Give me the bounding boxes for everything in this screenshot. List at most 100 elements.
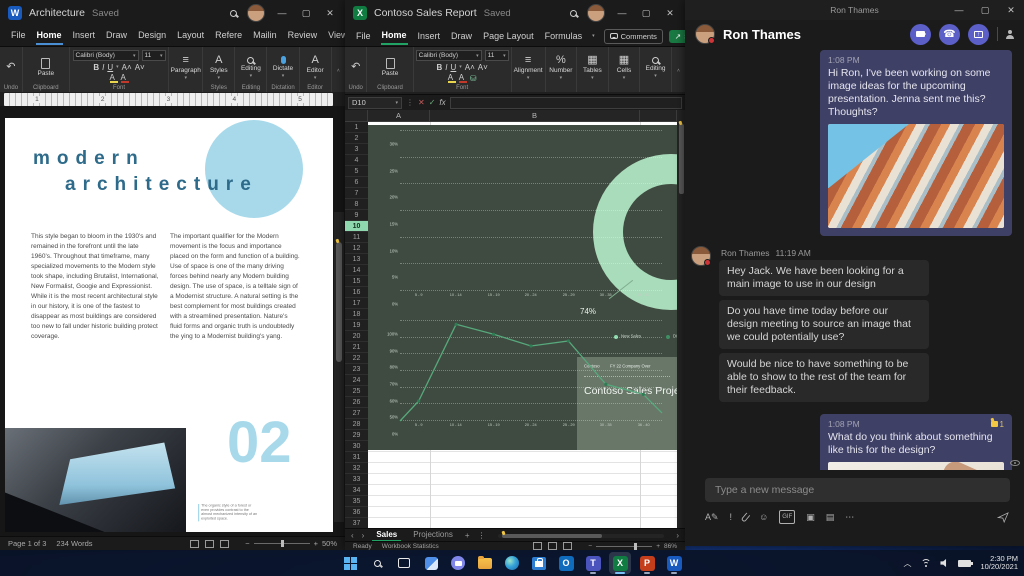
close-button[interactable]: ✕ <box>663 8 677 19</box>
taskbar-outlook-icon[interactable]: O <box>555 552 577 574</box>
row-header-15[interactable]: 15 <box>345 276 368 287</box>
taskbar-excel-icon[interactable]: X <box>609 552 631 574</box>
formula-input[interactable] <box>449 96 682 109</box>
font-name-select[interactable]: Calibri (Body) ▾ <box>415 50 482 61</box>
horizontal-scrollbar[interactable] <box>497 533 665 538</box>
photo-model[interactable] <box>828 462 1004 470</box>
cells-button[interactable]: ▦ Cells ▾ <box>617 50 631 85</box>
attach-icon[interactable] <box>740 511 751 523</box>
share-button[interactable]: ↗ Share ▾ <box>668 29 685 43</box>
row-header-2[interactable]: 2 <box>345 133 368 144</box>
editing-button[interactable]: Editing ▾ <box>241 50 261 85</box>
sticker-icon[interactable]: ▣ <box>806 512 815 522</box>
row-header-27[interactable]: 27 <box>345 408 368 419</box>
message-input[interactable]: Type a new message <box>705 478 1010 502</box>
clock[interactable]: 2:30 PM 10/20/2021 <box>980 554 1018 572</box>
account-avatar[interactable] <box>587 4 605 22</box>
minimize-button[interactable]: — <box>952 5 966 15</box>
row-header-26[interactable]: 26 <box>345 397 368 408</box>
taskbar-teams-icon[interactable]: T <box>582 552 604 574</box>
row-header-31[interactable]: 31 <box>345 452 368 463</box>
underline-button[interactable]: U <box>450 63 456 72</box>
taskbar-store-icon[interactable] <box>528 552 550 574</box>
row-header-35[interactable]: 35 <box>345 496 368 507</box>
excel-tab-home[interactable]: Home <box>380 27 408 45</box>
more-options-icon[interactable]: ⋯ <box>845 512 854 522</box>
taskbar-widgets-icon[interactable] <box>420 552 442 574</box>
taskbar-search-icon[interactable] <box>366 552 388 574</box>
excel-tab-formulas[interactable]: Formulas <box>544 28 584 44</box>
italic-button[interactable]: I <box>445 63 447 72</box>
page-break-icon[interactable] <box>563 542 573 550</box>
word-tab-mailin[interactable]: Mailin <box>252 27 278 45</box>
word-tab-refere[interactable]: Refere <box>214 27 243 45</box>
word-count[interactable]: 234 Words <box>56 539 92 548</box>
highlight-button[interactable]: A <box>109 73 118 84</box>
row-header-11[interactable]: 11 <box>345 232 368 243</box>
taskbar-start-icon[interactable] <box>339 552 361 574</box>
styles-button[interactable]: A Styles ▾ <box>210 50 228 85</box>
normal-view-icon[interactable] <box>533 542 543 550</box>
fill-color-button[interactable]: ⛁ <box>470 74 477 83</box>
row-header-17[interactable]: 17 <box>345 298 368 309</box>
excel-tab-draw[interactable]: Draw <box>450 28 473 44</box>
format-icon[interactable]: A✎ <box>705 512 719 522</box>
read-mode-icon[interactable] <box>190 539 200 548</box>
row-header-13[interactable]: 13 <box>345 254 368 265</box>
word-tab-insert[interactable]: Insert <box>72 27 97 45</box>
close-button[interactable]: ✕ <box>323 8 337 19</box>
row-header-5[interactable]: 5 <box>345 166 368 177</box>
schedule-icon[interactable]: ▤ <box>826 512 835 522</box>
word-tab-review[interactable]: Review <box>287 27 319 45</box>
row-header-24[interactable]: 24 <box>345 375 368 386</box>
row-header-14[interactable]: 14 <box>345 265 368 276</box>
number-button[interactable]: % Number ▾ <box>549 50 572 85</box>
font-color-button[interactable]: A <box>458 73 467 84</box>
document-page[interactable]: modern architecture This style began to … <box>5 118 333 532</box>
row-header-12[interactable]: 12 <box>345 243 368 254</box>
wifi-icon[interactable] <box>920 558 931 568</box>
zoom-control[interactable]: − + 86% <box>588 542 677 550</box>
row-header-30[interactable]: 30 <box>345 441 368 452</box>
thumbs-up-reaction[interactable]: 1 <box>990 420 1004 429</box>
row-header-1[interactable]: 1 <box>345 122 368 133</box>
importance-icon[interactable]: ! <box>730 512 733 522</box>
maximize-button[interactable]: ▢ <box>299 8 313 19</box>
row-header-23[interactable]: 23 <box>345 364 368 375</box>
search-icon[interactable] <box>570 9 577 17</box>
paragraph-button[interactable]: ≡ Paragraph ▾ <box>171 50 201 85</box>
row-header-22[interactable]: 22 <box>345 353 368 364</box>
column-header-b[interactable]: B <box>430 110 640 121</box>
name-box[interactable]: D10 ▾ <box>348 96 402 109</box>
workbook-statistics[interactable]: Workbook Statistics <box>382 543 439 550</box>
collapse-ribbon-chevron[interactable]: ˄ <box>677 68 680 74</box>
zoom-control[interactable]: − + 50% <box>245 539 337 548</box>
ruler[interactable]: 1 2 3 4 5 <box>4 93 333 106</box>
add-people-icon[interactable] <box>1006 30 1014 39</box>
taskbar-powerpoint-icon[interactable]: P <box>636 552 658 574</box>
row-header-32[interactable]: 32 <box>345 463 368 474</box>
close-button[interactable]: ✕ <box>1004 5 1018 16</box>
screen-share-button[interactable]: ↑ <box>968 23 989 45</box>
increase-font-icon[interactable]: A˄ <box>465 63 475 72</box>
column-header-a[interactable]: A <box>368 110 430 121</box>
enter-icon[interactable]: ✓ <box>429 98 436 107</box>
comments-button[interactable]: Comments <box>603 28 663 44</box>
row-header-9[interactable]: 9 <box>345 210 368 221</box>
row-header-19[interactable]: 19 <box>345 320 368 331</box>
sheet-nav-right[interactable]: › <box>362 531 365 540</box>
font-size-select[interactable]: 11 ▾ <box>484 50 509 61</box>
row-header-36[interactable]: 36 <box>345 507 368 518</box>
minimize-button[interactable]: — <box>275 8 289 18</box>
row-header-10[interactable]: 10 <box>345 221 368 232</box>
row-header-29[interactable]: 29 <box>345 430 368 441</box>
row-header-33[interactable]: 33 <box>345 474 368 485</box>
taskbar-task-view-icon[interactable] <box>393 552 415 574</box>
cancel-icon[interactable]: ✕ <box>418 98 425 107</box>
row-header-7[interactable]: 7 <box>345 188 368 199</box>
tray-overflow-chevron[interactable]: ︿ <box>903 558 911 569</box>
sales-dashboard-chart[interactable]: 74% New SalesDi Contoso FY 22 Company Ov… <box>368 125 677 450</box>
decrease-font-icon[interactable]: A˅ <box>478 63 488 72</box>
highlight-button[interactable]: A <box>447 73 456 84</box>
taskbar-chat-icon[interactable] <box>447 552 469 574</box>
